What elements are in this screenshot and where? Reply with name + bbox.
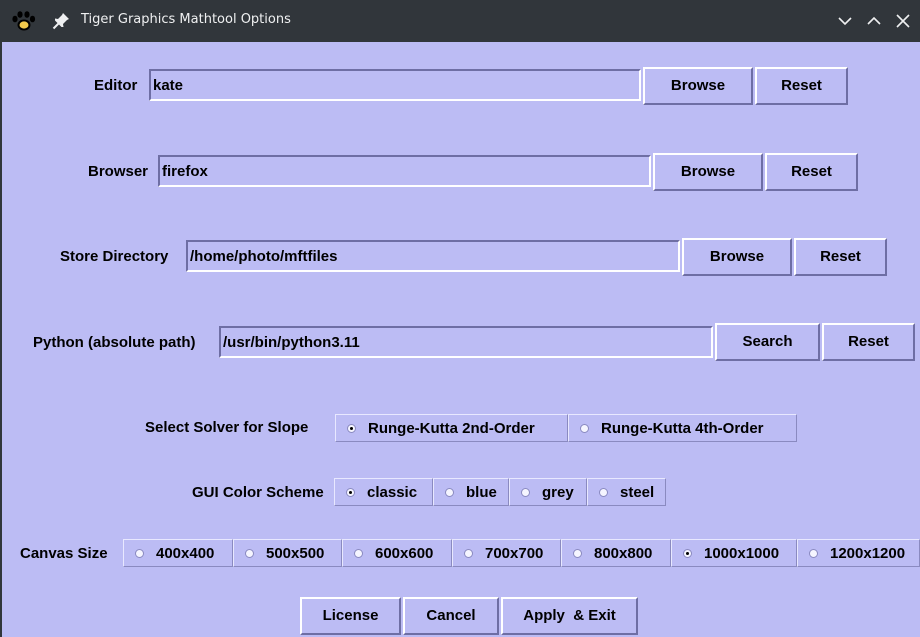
- color-scheme-option-grey[interactable]: grey: [509, 478, 587, 506]
- color-scheme-option-label: blue: [466, 483, 497, 501]
- python-path-label: Python (absolute path): [33, 334, 196, 351]
- canvas-size-option-700[interactable]: 700x700: [452, 539, 561, 567]
- editor-field-frame: [149, 69, 641, 101]
- editor-label: Editor: [94, 77, 138, 94]
- close-icon[interactable]: [894, 12, 912, 30]
- browser-input[interactable]: [160, 157, 649, 185]
- solver-option-label: Runge-Kutta 4th-Order: [601, 419, 764, 437]
- radio-icon: [464, 548, 473, 558]
- minimize-icon[interactable]: [836, 12, 854, 30]
- canvas-size-option-600[interactable]: 600x600: [342, 539, 452, 567]
- browser-label: Browser: [88, 163, 149, 180]
- solver-option-label: Runge-Kutta 2nd-Order: [368, 419, 535, 437]
- store-directory-input[interactable]: [188, 242, 678, 270]
- title-bar[interactable]: Tiger Graphics Mathtool Options: [0, 0, 920, 42]
- color-scheme-label: GUI Color Scheme: [192, 484, 324, 501]
- store-directory-browse-button[interactable]: Browse: [682, 238, 792, 276]
- python-path-field-frame: [219, 326, 713, 358]
- color-scheme-option-label: grey: [542, 483, 574, 501]
- options-window: Tiger Graphics Mathtool Options Editor B…: [0, 0, 920, 637]
- python-path-input[interactable]: [221, 328, 711, 356]
- radio-selected-icon: [347, 423, 356, 433]
- canvas-size-option-label: 400x400: [156, 544, 215, 562]
- radio-icon: [245, 548, 254, 558]
- color-scheme-option-classic[interactable]: classic: [334, 478, 433, 506]
- radio-selected-icon: [683, 548, 692, 558]
- solver-option-rk4[interactable]: Runge-Kutta 4th-Order: [568, 414, 797, 442]
- radio-icon: [580, 423, 589, 433]
- window-title: Tiger Graphics Mathtool Options: [81, 12, 291, 27]
- python-search-button[interactable]: Search: [715, 323, 820, 361]
- store-directory-field-frame: [186, 240, 680, 272]
- canvas-size-option-400[interactable]: 400x400: [123, 539, 233, 567]
- canvas-size-option-500[interactable]: 500x500: [233, 539, 342, 567]
- window-border: [0, 42, 2, 637]
- store-directory-reset-button[interactable]: Reset: [794, 238, 887, 276]
- editor-input[interactable]: [151, 71, 639, 99]
- radio-selected-icon: [346, 487, 355, 497]
- canvas-size-option-1200[interactable]: 1200x1200: [797, 539, 920, 567]
- radio-icon: [135, 548, 144, 558]
- browser-browse-button[interactable]: Browse: [653, 153, 763, 191]
- canvas-size-option-label: 700x700: [485, 544, 544, 562]
- color-scheme-option-label: classic: [367, 483, 418, 501]
- canvas-size-option-label: 1000x1000: [704, 544, 780, 562]
- maximize-icon[interactable]: [865, 12, 883, 30]
- apply-exit-button[interactable]: Apply & Exit: [501, 597, 638, 635]
- store-directory-label: Store Directory: [60, 248, 169, 265]
- browser-field-frame: [158, 155, 651, 187]
- python-reset-button[interactable]: Reset: [822, 323, 915, 361]
- editor-browse-button[interactable]: Browse: [643, 67, 753, 105]
- license-button[interactable]: License: [300, 597, 401, 635]
- radio-icon: [599, 487, 608, 497]
- browser-reset-button[interactable]: Reset: [765, 153, 858, 191]
- canvas-size-option-label: 500x500: [266, 544, 325, 562]
- radio-icon: [521, 487, 530, 497]
- cancel-button[interactable]: Cancel: [403, 597, 499, 635]
- color-scheme-option-steel[interactable]: steel: [587, 478, 666, 506]
- editor-reset-button[interactable]: Reset: [755, 67, 848, 105]
- pin-icon[interactable]: [52, 12, 70, 30]
- radio-icon: [809, 548, 818, 558]
- solver-label: Select Solver for Slope: [145, 419, 309, 436]
- radio-icon: [573, 548, 582, 558]
- canvas-size-option-label: 600x600: [375, 544, 434, 562]
- canvas-size-label: Canvas Size: [20, 545, 108, 562]
- canvas-size-option-label: 1200x1200: [830, 544, 906, 562]
- color-scheme-option-label: steel: [620, 483, 655, 501]
- color-scheme-option-blue[interactable]: blue: [433, 478, 509, 506]
- solver-option-rk2[interactable]: Runge-Kutta 2nd-Order: [335, 414, 568, 442]
- canvas-size-option-1000[interactable]: 1000x1000: [671, 539, 797, 567]
- radio-icon: [354, 548, 363, 558]
- paw-icon: [12, 11, 36, 31]
- canvas-size-option-800[interactable]: 800x800: [561, 539, 671, 567]
- radio-icon: [445, 487, 454, 497]
- canvas-size-option-label: 800x800: [594, 544, 653, 562]
